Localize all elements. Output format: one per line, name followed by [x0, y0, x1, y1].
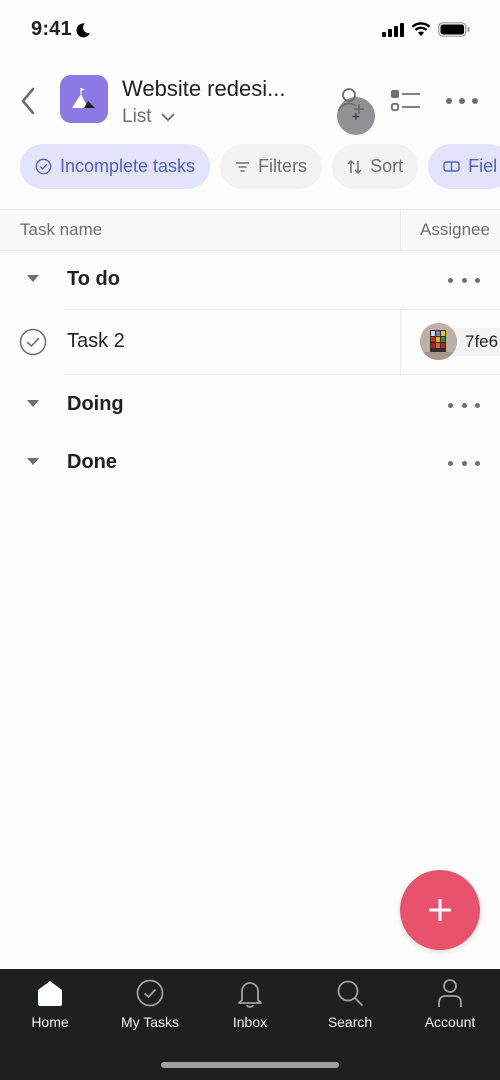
view-switcher[interactable]: List — [122, 106, 175, 128]
check-circle-icon — [136, 979, 164, 1007]
account-icon — [438, 979, 462, 1007]
assignee-name: 7fe6 — [453, 327, 500, 356]
section-doing[interactable]: Doing — [0, 376, 500, 434]
tab-label: Account — [424, 1014, 476, 1030]
chevron-left-icon — [21, 87, 35, 115]
section-more-button[interactable] — [448, 393, 480, 417]
add-member-button[interactable] — [334, 84, 368, 118]
row-divider — [64, 309, 500, 310]
status-time: 9:41 — [31, 18, 91, 41]
avatar — [420, 323, 457, 360]
sort-icon — [347, 159, 362, 174]
project-header: Website redesi... List — [0, 70, 500, 134]
moon-icon — [76, 22, 90, 37]
column-header-assignee[interactable]: Assignee — [420, 220, 490, 240]
tab-label: Search — [327, 1014, 373, 1030]
row-divider — [64, 374, 500, 375]
more-options-button[interactable] — [444, 86, 480, 116]
tab-inbox[interactable]: Inbox — [200, 977, 300, 1033]
status-indicators — [382, 22, 470, 37]
project-icon — [60, 75, 108, 123]
add-member-icon — [338, 88, 364, 114]
caret-down-icon[interactable] — [27, 400, 39, 407]
layout-toggle-icon — [391, 90, 420, 111]
chevron-down-icon — [161, 113, 174, 121]
plus-icon — [429, 899, 451, 921]
search-icon — [337, 980, 363, 1006]
battery-icon — [438, 22, 470, 37]
task-complete-checkbox[interactable] — [19, 328, 47, 356]
filter-chip-bar: Incomplete tasks Filters Sort Fiel — [20, 144, 500, 189]
filter-icon — [236, 161, 250, 172]
section-done[interactable]: Done — [0, 434, 500, 492]
back-button[interactable] — [14, 84, 42, 118]
avatar-photo — [420, 323, 457, 360]
section-name: Done — [67, 451, 117, 473]
chip-label: Sort — [370, 156, 404, 176]
clock-text: 9:41 — [31, 18, 72, 40]
section-name: Doing — [67, 393, 124, 415]
tab-label: Inbox — [232, 1014, 268, 1030]
section-more-button[interactable] — [448, 268, 480, 292]
caret-down-icon[interactable] — [27, 275, 39, 282]
home-icon — [38, 981, 62, 1006]
section-to-do[interactable]: To do — [0, 251, 500, 309]
tab-account[interactable]: Account — [400, 977, 500, 1033]
column-header-task-name[interactable]: Task name — [20, 220, 102, 240]
tab-search[interactable]: Search — [300, 977, 400, 1033]
section-more-button[interactable] — [448, 451, 480, 475]
task-row[interactable]: Task 2 7fe6 — [0, 309, 500, 375]
section-name: To do — [67, 268, 120, 290]
task-name[interactable]: Task 2 — [67, 330, 125, 353]
tab-my-tasks[interactable]: My Tasks — [100, 977, 200, 1033]
view-label: List — [122, 106, 152, 127]
layout-toggle-button[interactable] — [388, 86, 422, 116]
check-circle-icon — [35, 158, 52, 175]
chip-label: Fiel — [468, 156, 498, 176]
cellular-signal-icon — [382, 22, 404, 37]
column-divider — [400, 210, 401, 252]
chip-filters[interactable]: Filters — [220, 144, 323, 189]
chip-label: Filters — [258, 156, 308, 176]
wifi-icon — [411, 22, 431, 36]
bell-icon — [238, 982, 262, 1008]
mountain-flag-icon — [72, 88, 95, 108]
tab-label: Home — [31, 1014, 69, 1030]
table-header: Task name Assignee — [0, 209, 500, 252]
add-task-fab[interactable] — [400, 870, 480, 950]
status-bar: 9:41 — [0, 0, 500, 60]
assignee-pill[interactable]: 7fe6 — [420, 323, 500, 360]
home-indicator[interactable] — [161, 1062, 339, 1068]
project-title: Website redesi... — [122, 76, 286, 101]
chip-sort[interactable]: Sort — [332, 144, 419, 189]
chip-label: Incomplete tasks — [60, 156, 196, 176]
column-divider — [400, 309, 401, 375]
more-icon — [446, 98, 478, 104]
chip-fields[interactable]: Fiel — [428, 144, 500, 189]
tab-home[interactable]: Home — [0, 977, 100, 1033]
tab-label: My Tasks — [120, 1014, 180, 1030]
caret-down-icon[interactable] — [27, 458, 39, 465]
chip-incomplete-tasks[interactable]: Incomplete tasks — [20, 144, 211, 189]
fields-icon — [443, 161, 460, 172]
